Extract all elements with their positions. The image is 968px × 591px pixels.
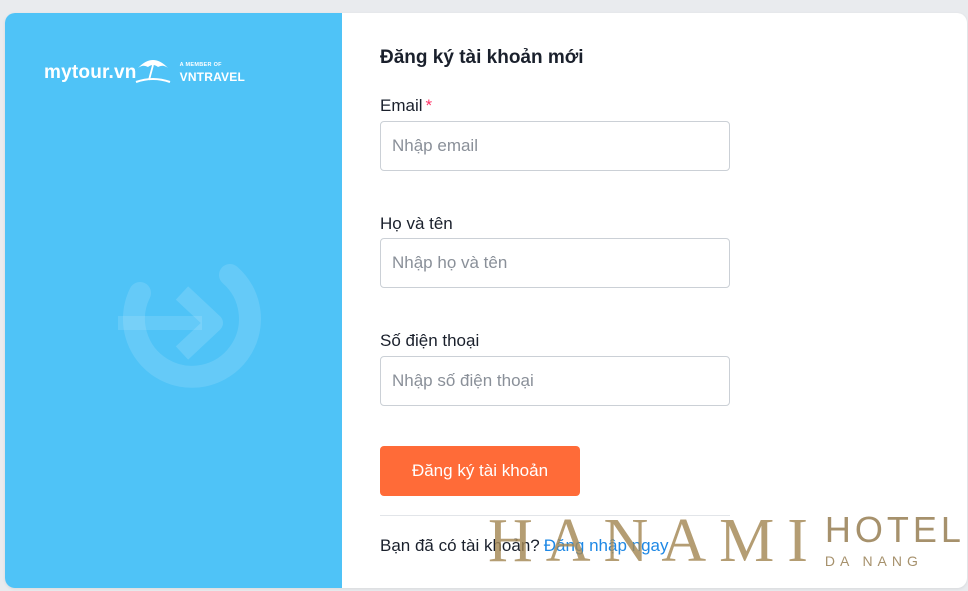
member-brand-text: VNTRAVEL	[179, 69, 245, 84]
member-badge: A MEMBER OF VNTRAVEL	[180, 63, 245, 83]
phone-label: Số điện thoại	[380, 331, 480, 350]
brand-logo: mytour.vn A MEMBER OF VNTRAVEL	[44, 55, 245, 91]
login-arrow-icon	[118, 264, 261, 388]
phone-input[interactable]	[380, 356, 730, 406]
required-mark: *	[425, 96, 433, 115]
full-name-label: Họ và tên	[380, 214, 453, 233]
full-name-input[interactable]	[380, 238, 730, 288]
brand-panel: mytour.vn A MEMBER OF VNTRAVEL	[5, 13, 342, 588]
register-modal: mytour.vn A MEMBER OF VNTRAVEL Đăng ký t…	[5, 13, 967, 588]
login-link[interactable]: Đăng nhập ngay	[544, 536, 669, 555]
form-title: Đăng ký tài khoản mới	[380, 47, 584, 68]
umbrella-logo-icon	[135, 60, 170, 83]
email-label: Email *	[380, 96, 432, 116]
email-input[interactable]	[380, 121, 730, 171]
divider	[380, 515, 730, 516]
email-label-text: Email	[380, 96, 423, 115]
member-of-text: A MEMBER OF	[179, 62, 222, 69]
logo-text: mytour.vn	[44, 62, 137, 83]
form-panel: Đăng ký tài khoản mới Email* Họ và tên S…	[342, 13, 967, 588]
login-prompt-text: Bạn đã có tài khoản?	[380, 536, 540, 555]
login-prompt-row: Bạn đã có tài khoản? Đăng nhập ngay	[380, 536, 669, 556]
register-button[interactable]: Đăng ký tài khoản	[380, 446, 580, 496]
